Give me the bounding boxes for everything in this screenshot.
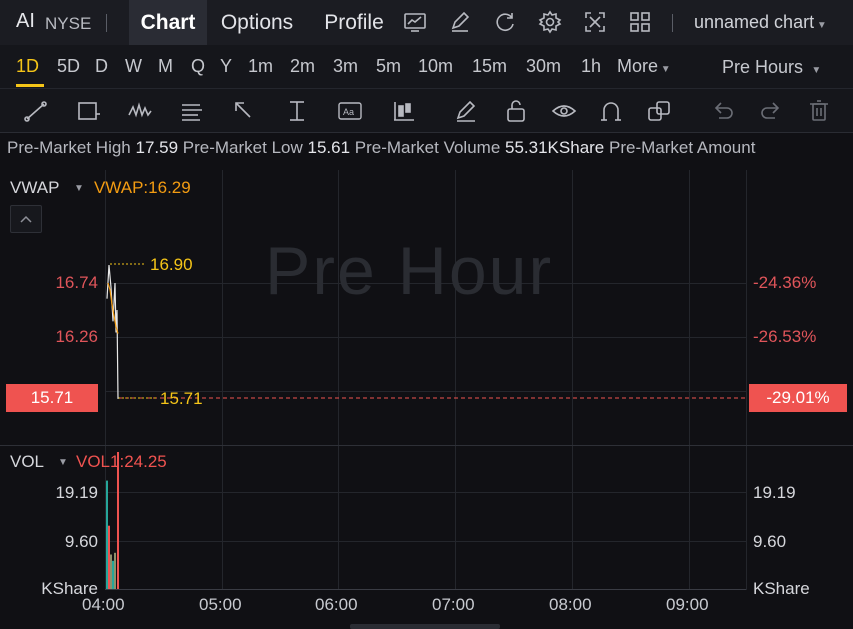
chevron-down-icon[interactable]: ▼ xyxy=(58,457,68,468)
timeframe-15m[interactable]: 15m xyxy=(472,56,507,77)
vol-label-right: 19.19 xyxy=(753,483,796,502)
pm-amount-label: Pre-Market Amount xyxy=(609,138,756,157)
chevron-down-icon: ▼ xyxy=(803,65,822,76)
timeframe-10m[interactable]: 10m xyxy=(418,56,453,77)
refresh-icon[interactable] xyxy=(492,9,518,35)
timeframe-1h[interactable]: 1h xyxy=(581,56,601,77)
high-marker-value: 16.90 xyxy=(150,255,193,274)
timeframe-2m[interactable]: 2m xyxy=(290,56,315,77)
vol-indicator-label[interactable]: VOL xyxy=(10,452,44,472)
pen-icon[interactable] xyxy=(452,97,480,125)
volume-bar xyxy=(117,452,119,589)
pm-high-label: Pre-Market High xyxy=(7,138,131,157)
chart-scroll-handle[interactable] xyxy=(350,624,500,629)
vol-label-left: 9.60 xyxy=(64,532,98,551)
vol-label-right: 9.60 xyxy=(753,532,787,551)
last-marker-value: 15.71 xyxy=(160,389,203,408)
fib-icon[interactable] xyxy=(178,97,206,125)
copy-icon[interactable] xyxy=(645,97,673,125)
settings-icon[interactable] xyxy=(537,9,563,35)
volume-bars xyxy=(106,452,119,589)
timeframe-3m[interactable]: 3m xyxy=(333,56,358,77)
tab-profile[interactable]: Profile xyxy=(314,0,394,45)
chart-name-label: unnamed chart xyxy=(694,12,815,32)
measure-icon[interactable] xyxy=(284,97,312,125)
indicator-icon[interactable] xyxy=(402,9,428,35)
timeframe-d[interactable]: D xyxy=(95,56,108,77)
header-divider xyxy=(106,14,107,32)
timeframe-5m[interactable]: 5m xyxy=(376,56,401,77)
timeframe-1m[interactable]: 1m xyxy=(248,56,273,77)
volume-bar xyxy=(106,480,108,589)
pre-market-summary: Pre-Market High 17.59 Pre-Market Low 15.… xyxy=(0,138,853,166)
session-label: Pre Hours xyxy=(722,57,804,77)
vol-label-left: 19.19 xyxy=(55,483,98,502)
time-tick: 04:00 xyxy=(82,595,125,614)
timeframe-1d[interactable]: 1D xyxy=(16,56,39,77)
chart-name-dropdown[interactable]: unnamed chart ▼ xyxy=(694,12,827,33)
pattern-icon[interactable] xyxy=(126,97,154,125)
edit-icon[interactable] xyxy=(447,9,473,35)
rectangle-icon[interactable] xyxy=(74,97,102,125)
pm-low-value: 15.61 xyxy=(307,138,351,157)
timeframe-30m[interactable]: 30m xyxy=(526,56,561,77)
svg-text:Aa: Aa xyxy=(343,107,354,117)
pm-high-value: 17.59 xyxy=(135,138,179,157)
trash-icon[interactable] xyxy=(805,97,833,125)
chevron-down-icon: ▼ xyxy=(658,64,671,75)
arrow-icon[interactable] xyxy=(230,97,258,125)
more-label: More xyxy=(617,56,659,76)
undo-icon[interactable] xyxy=(709,97,737,125)
magnet-icon[interactable] xyxy=(597,97,625,125)
header-divider xyxy=(672,14,673,32)
vol-value: VOL1:24.25 xyxy=(76,452,167,471)
unlock-icon[interactable] xyxy=(502,97,530,125)
tab-chart[interactable]: Chart xyxy=(129,0,207,45)
candles-icon[interactable] xyxy=(390,97,418,125)
vol-unit-right: KShare xyxy=(753,579,810,598)
trendline-icon[interactable] xyxy=(22,97,50,125)
volume-bar xyxy=(110,554,112,589)
timeframe-q[interactable]: Q xyxy=(191,56,205,77)
volume-bar xyxy=(114,552,116,589)
volume-bar xyxy=(112,560,114,589)
timeframe-more[interactable]: More ▼ xyxy=(617,56,671,77)
timeframe-m[interactable]: M xyxy=(158,56,173,77)
pm-low-label: Pre-Market Low xyxy=(182,138,303,157)
exchange-label: NYSE xyxy=(45,14,92,33)
time-tick: 09:00 xyxy=(666,595,709,614)
timeframe-w[interactable]: W xyxy=(125,56,142,77)
tab-options[interactable]: Options xyxy=(210,0,304,45)
text-icon[interactable]: Aa xyxy=(336,97,364,125)
fullscreen-icon[interactable] xyxy=(582,9,608,35)
layout-grid-icon[interactable] xyxy=(627,9,653,35)
price-chart xyxy=(106,263,746,589)
redo-icon[interactable] xyxy=(757,97,785,125)
symbol-ticker[interactable]: AI xyxy=(16,10,35,33)
active-timeframe-indicator xyxy=(16,84,44,87)
time-tick: 07:00 xyxy=(432,595,475,614)
time-tick: 05:00 xyxy=(199,595,242,614)
volume-bar xyxy=(108,525,110,589)
time-tick: 08:00 xyxy=(549,595,592,614)
time-tick: 06:00 xyxy=(315,595,358,614)
session-dropdown[interactable]: Pre Hours ▼ xyxy=(722,57,821,78)
timeframe-5d[interactable]: 5D xyxy=(57,56,80,77)
chevron-down-icon: ▼ xyxy=(814,20,827,31)
pm-volume-label: Pre-Market Volume xyxy=(354,138,501,157)
timeframe-y[interactable]: Y xyxy=(220,56,232,77)
top-header: AI NYSE Chart Options Profile unnamed ch… xyxy=(0,0,853,45)
pm-volume-value: 55.31KShare xyxy=(505,138,605,157)
eye-icon[interactable] xyxy=(550,97,578,125)
